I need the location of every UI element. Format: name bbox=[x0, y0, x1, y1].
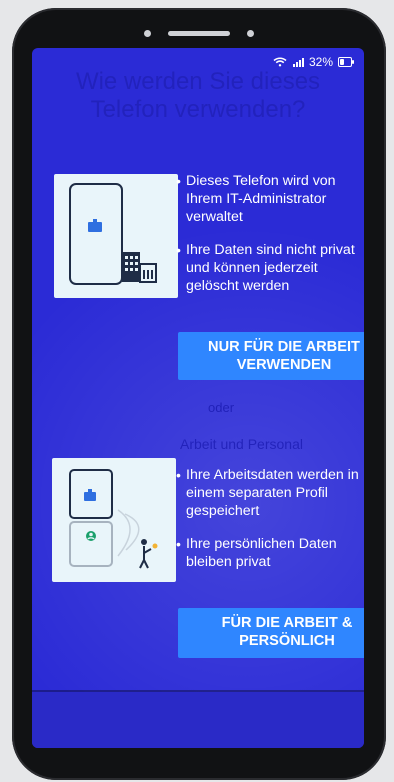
page-title: Wie werden Sie dieses Telefon verwenden? bbox=[75, 68, 321, 123]
screen: 32% Wie werden Sie dieses Telefon verwen… bbox=[32, 48, 364, 748]
list-item: Dieses Telefon wird von Ihrem IT-Adminis… bbox=[176, 172, 364, 226]
battery-percent: 32% bbox=[308, 55, 333, 69]
battery-fill bbox=[340, 59, 344, 65]
list-item: Ihre Arbeitsdaten werden in einem separa… bbox=[176, 466, 364, 520]
work-and-personal-button[interactable]: FÜR DIE ARBEIT & PERSÖNLICH bbox=[178, 608, 364, 658]
battery-icon bbox=[338, 57, 354, 67]
illustration-work-only bbox=[54, 174, 178, 298]
bottom-area bbox=[32, 692, 364, 748]
phone-frame: 32% Wie werden Sie dieses Telefon verwen… bbox=[12, 8, 386, 780]
speaker-bar bbox=[144, 28, 254, 38]
work-only-bullets: Dieses Telefon wird von Ihrem IT-Adminis… bbox=[176, 172, 364, 310]
work-personal-bullets: Ihre Arbeitsdaten werden in einem separa… bbox=[176, 466, 364, 586]
signal-icon bbox=[292, 57, 304, 67]
list-item: Ihre Daten sind nicht privat und können … bbox=[176, 241, 364, 295]
wifi-icon bbox=[273, 57, 287, 67]
status-icons: 32% bbox=[273, 55, 354, 69]
illustration-work-personal bbox=[52, 458, 176, 582]
list-item: Ihre persönlichen Daten bleiben privat bbox=[176, 535, 364, 571]
or-separator: oder bbox=[208, 400, 235, 415]
work-only-button[interactable]: NUR FÜR DIE ARBEIT VERWENDEN bbox=[178, 332, 364, 380]
front-camera-dot bbox=[144, 30, 151, 37]
sensor-dot bbox=[247, 30, 254, 37]
work-and-personal-label: Arbeit und Personal bbox=[180, 436, 303, 452]
managed-phone-building-illustration bbox=[69, 183, 157, 285]
work-personal-profile-illustration bbox=[69, 469, 158, 569]
speaker-slot bbox=[168, 31, 230, 36]
